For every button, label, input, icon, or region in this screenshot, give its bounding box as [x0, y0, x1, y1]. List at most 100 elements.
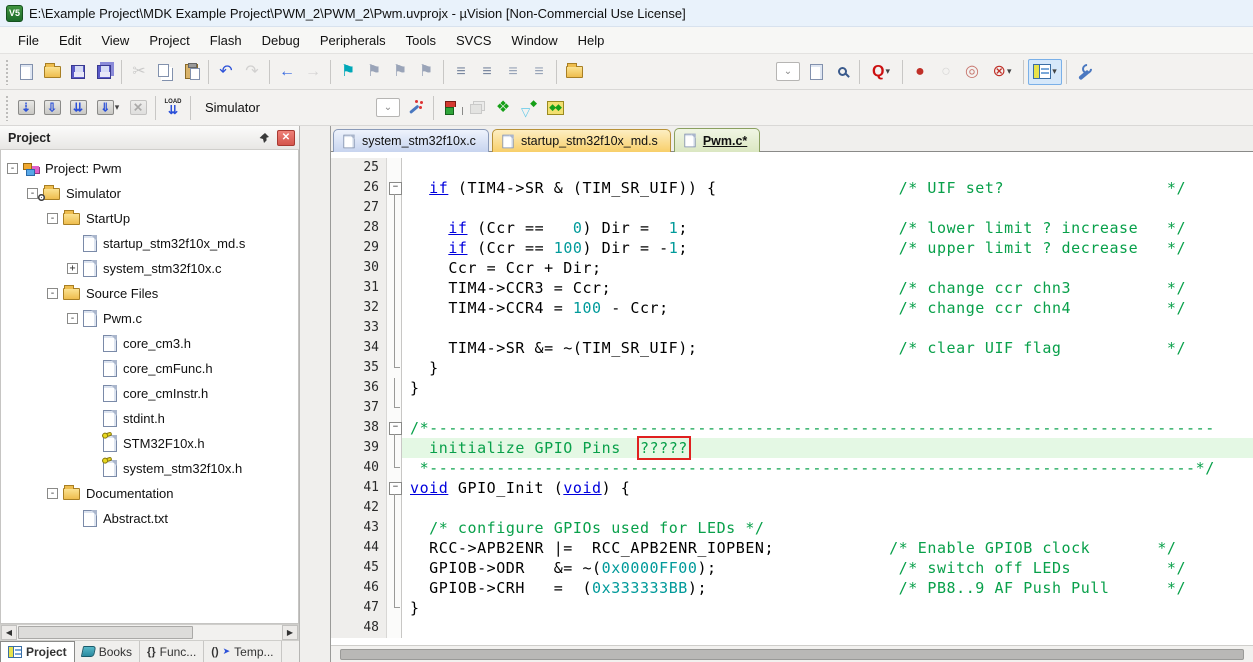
fold-collapse-icon[interactable] [387, 478, 402, 498]
code-line-37[interactable]: 37 [331, 398, 1253, 418]
code-text[interactable]: GPIOB->ODR &= ~(0x0000FF00); /* switch o… [402, 558, 1253, 578]
navigate-forward-icon[interactable]: → [300, 59, 326, 85]
code-text[interactable]: } [402, 598, 1253, 618]
menu-help[interactable]: Help [568, 29, 615, 52]
new-file-icon[interactable] [13, 59, 39, 85]
code-text[interactable]: initialize GPIO Pins ????? [402, 438, 1253, 458]
target-dropdown[interactable]: ⌄ [376, 98, 400, 117]
manage-run-time-environment-icon[interactable]: ❖ [490, 95, 516, 121]
code-text[interactable]: Ccr = Ccr + Dir; [402, 258, 1253, 278]
target-select-combo[interactable]: Simulator [195, 97, 373, 119]
expander-icon[interactable]: - [27, 188, 38, 199]
bottom-tab-books[interactable]: Books [75, 641, 140, 662]
expander-icon[interactable]: - [47, 213, 58, 224]
indent-icon[interactable]: ≡ [448, 59, 474, 85]
kill-all-breakpoints-icon[interactable]: ⊗▾ [985, 59, 1019, 85]
stop-build-icon[interactable] [125, 95, 151, 121]
disable-all-breakpoints-icon[interactable]: ◎ [959, 59, 985, 85]
comment-selection-icon[interactable]: ≡ [500, 59, 526, 85]
panel-splitter[interactable] [300, 126, 330, 662]
uncomment-selection-icon[interactable]: ≡ [526, 59, 552, 85]
menu-peripherals[interactable]: Peripherals [310, 29, 396, 52]
editor-horizontal-scrollbar[interactable] [331, 645, 1253, 662]
code-text[interactable]: /*--------------------------------------… [402, 418, 1253, 438]
fold-collapse-icon[interactable] [387, 178, 402, 198]
menu-file[interactable]: File [8, 29, 49, 52]
code-line-32[interactable]: 32 TIM4->CCR4 = 100 - Ccr; /* change ccr… [331, 298, 1253, 318]
code-text[interactable]: TIM4->CCR3 = Ccr; /* change ccr chn3 */ [402, 278, 1253, 298]
code-text[interactable]: GPIOB->CRH = (0x333333BB); /* PB8..9 AF … [402, 578, 1253, 598]
code-text[interactable]: if (Ccr == 0) Dir = 1; /* lower limit ? … [402, 218, 1253, 238]
menu-edit[interactable]: Edit [49, 29, 91, 52]
code-text[interactable] [402, 618, 1253, 638]
code-line-28[interactable]: 28 if (Ccr == 0) Dir = 1; /* lower limit… [331, 218, 1253, 238]
quick-find-dropdown[interactable]: ⌄ [776, 62, 800, 81]
dropdown-caret-icon[interactable]: ▾ [1052, 66, 1057, 77]
pin-icon[interactable] [255, 130, 273, 146]
fold-collapse-icon[interactable] [387, 418, 402, 438]
clear-bookmarks-icon[interactable]: ⚑ [413, 59, 439, 85]
enable-breakpoint-icon[interactable]: ○ [933, 59, 959, 85]
code-line-35[interactable]: 35 } [331, 358, 1253, 378]
paste-icon[interactable] [178, 59, 204, 85]
code-text[interactable]: TIM4->CCR4 = 100 - Ccr; /* change ccr ch… [402, 298, 1253, 318]
rebuild-all-icon[interactable] [65, 95, 91, 121]
tree-item-startup-stm32f10x-md-s[interactable]: +startup_stm32f10x_md.s [1, 231, 298, 256]
select-software-packs-icon[interactable]: ▽◆ [516, 95, 542, 121]
code-line-31[interactable]: 31 TIM4->CCR3 = Ccr; /* change ccr chn3 … [331, 278, 1253, 298]
window-layout-icon[interactable]: ▾ [1028, 59, 1062, 85]
menu-flash[interactable]: Flash [200, 29, 252, 52]
pack-installer-icon[interactable]: ◆◆ [542, 95, 568, 121]
menu-svcs[interactable]: SVCS [446, 29, 501, 52]
menu-window[interactable]: Window [501, 29, 567, 52]
project-scrollbar-thumb[interactable] [18, 626, 193, 639]
bottom-tab-project[interactable]: Project [0, 641, 75, 662]
code-line-27[interactable]: 27 [331, 198, 1253, 218]
code-text[interactable]: } [402, 358, 1253, 378]
code-text[interactable]: /* configure GPIOs used for LEDs */ [402, 518, 1253, 538]
code-line-42[interactable]: 42 [331, 498, 1253, 518]
editor-scrollbar-thumb[interactable] [340, 649, 1244, 660]
code-line-38[interactable]: 38/*------------------------------------… [331, 418, 1253, 438]
code-text[interactable] [402, 498, 1253, 518]
code-line-36[interactable]: 36} [331, 378, 1253, 398]
tree-item-simulator[interactable]: -Simulator [1, 181, 298, 206]
scroll-right-arrow-icon[interactable]: ▶ [282, 625, 298, 640]
editor-tab-startup-stm32f10x-md-s[interactable]: startup_stm32f10x_md.s [492, 129, 671, 152]
code-text[interactable] [402, 198, 1253, 218]
code-text[interactable]: *---------------------------------------… [402, 458, 1253, 478]
undo-icon[interactable]: ↶ [213, 59, 239, 85]
code-text[interactable]: if (Ccr == 100) Dir = -1; /* upper limit… [402, 238, 1253, 258]
previous-bookmark-icon[interactable]: ⚑ [387, 59, 413, 85]
cut-icon[interactable]: ✂ [126, 59, 152, 85]
configuration-icon[interactable] [1071, 59, 1097, 85]
editor-tab-pwm-c-[interactable]: Pwm.c* [674, 128, 760, 152]
dropdown-caret-icon[interactable]: ▾ [115, 102, 120, 113]
project-horizontal-scrollbar[interactable]: ◀ ▶ [0, 624, 299, 641]
code-line-43[interactable]: 43 /* configure GPIOs used for LEDs */ [331, 518, 1253, 538]
batch-build-icon[interactable]: ▾ [91, 95, 125, 121]
code-line-47[interactable]: 47} [331, 598, 1253, 618]
tree-item-startup[interactable]: -StartUp [1, 206, 298, 231]
file-extensions-icon[interactable] [464, 95, 490, 121]
menu-tools[interactable]: Tools [396, 29, 446, 52]
navigate-back-icon[interactable]: ← [274, 59, 300, 85]
close-panel-button[interactable]: ✕ [277, 130, 295, 146]
find-in-document-icon[interactable] [803, 59, 829, 85]
tree-item-abstract-txt[interactable]: +Abstract.txt [1, 506, 298, 531]
expander-icon[interactable]: - [47, 288, 58, 299]
dropdown-caret-icon[interactable]: ▾ [885, 66, 890, 77]
code-text[interactable]: RCC->APB2ENR |= RCC_APB2ENR_IOPBEN; /* E… [402, 538, 1253, 558]
code-text[interactable] [402, 158, 1253, 178]
code-line-46[interactable]: 46 GPIOB->CRH = (0x333333BB); /* PB8..9 … [331, 578, 1253, 598]
code-line-45[interactable]: 45 GPIOB->ODR &= ~(0x0000FF00); /* switc… [331, 558, 1253, 578]
tree-item-system-stm32f10x-h[interactable]: +system_stm32f10x.h [1, 456, 298, 481]
code-text[interactable]: void GPIO_Init (void) { [402, 478, 1253, 498]
code-line-41[interactable]: 41void GPIO_Init (void) { [331, 478, 1253, 498]
tree-item-system-stm32f10x-c[interactable]: +system_stm32f10x.c [1, 256, 298, 281]
download-icon[interactable]: LOAD⇊ [160, 95, 186, 121]
save-icon[interactable] [65, 59, 91, 85]
expander-icon[interactable]: - [7, 163, 18, 174]
tree-item-documentation[interactable]: -Documentation [1, 481, 298, 506]
next-bookmark-icon[interactable]: ⚑ [361, 59, 387, 85]
